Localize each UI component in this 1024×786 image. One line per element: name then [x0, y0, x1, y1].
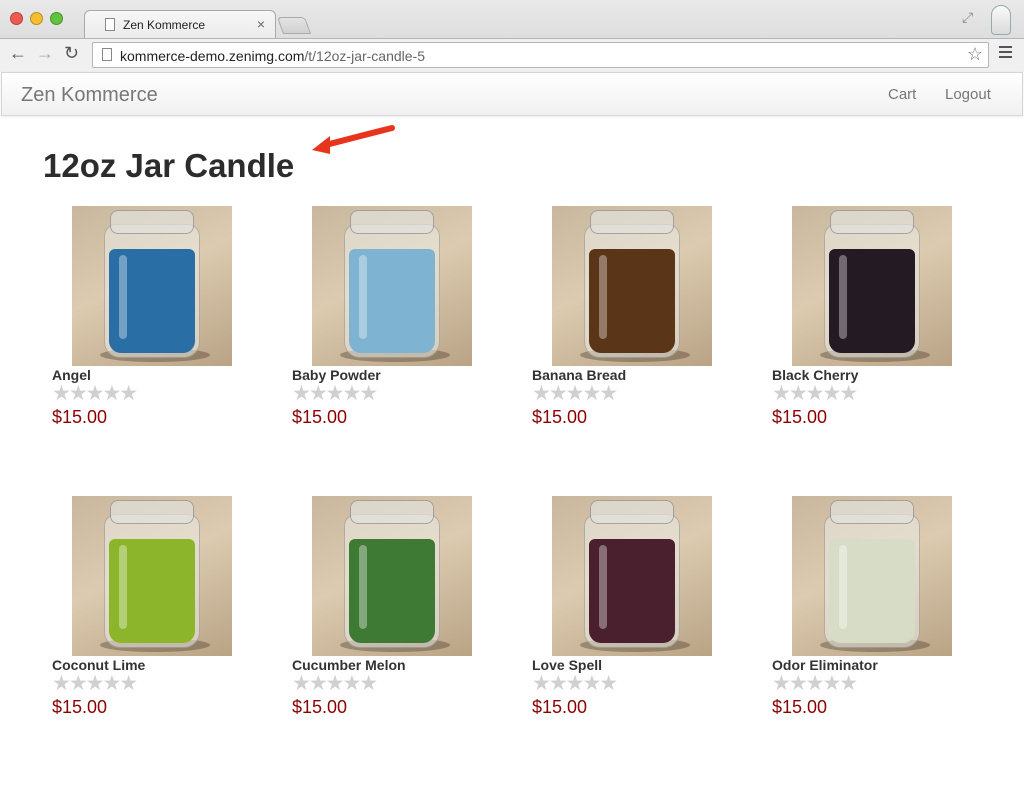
- browser-tab[interactable]: Zen Kommerce ×: [84, 10, 276, 38]
- product-image[interactable]: [792, 206, 952, 366]
- site-navbar: Zen Kommerce Cart Logout: [1, 72, 1023, 116]
- product-grid: Angel ★★★★★ $15.00 Baby Powder ★★★★★ $15…: [52, 206, 1012, 786]
- product-image[interactable]: [312, 496, 472, 656]
- product-card[interactable]: Baby Powder ★★★★★ $15.00: [292, 206, 532, 496]
- jar-rim: [590, 500, 674, 524]
- product-card[interactable]: Odor Eliminator ★★★★★ $15.00: [772, 496, 1012, 786]
- rating-stars[interactable]: ★★★★★: [292, 381, 378, 406]
- rating-stars[interactable]: ★★★★★: [292, 671, 378, 696]
- jar: [344, 224, 440, 358]
- product-image[interactable]: [552, 496, 712, 656]
- jar: [824, 224, 920, 358]
- jar-rim: [350, 500, 434, 524]
- jar-glare: [359, 255, 367, 339]
- new-tab-button[interactable]: [276, 17, 312, 34]
- jar: [584, 514, 680, 648]
- product-price: $15.00: [292, 697, 348, 717]
- product-card[interactable]: Banana Bread ★★★★★ $15.00: [532, 206, 772, 496]
- reload-icon[interactable]: ↻: [64, 43, 79, 64]
- product-price: $15.00: [52, 407, 108, 427]
- jar-rim: [350, 210, 434, 234]
- bookmark-star-icon[interactable]: ☆: [967, 44, 983, 65]
- browser-toolbar: ← → ↻ kommerce-demo.zenimg.com/t/12oz-ja…: [0, 38, 1024, 72]
- product-price: $15.00: [532, 407, 588, 427]
- product-price: $15.00: [772, 697, 828, 717]
- jar-rim: [590, 210, 674, 234]
- url-text: kommerce-demo.zenimg.com/t/12oz-jar-cand…: [120, 48, 425, 64]
- address-bar[interactable]: kommerce-demo.zenimg.com/t/12oz-jar-cand…: [92, 42, 989, 68]
- brand-link[interactable]: Zen Kommerce: [21, 84, 158, 107]
- fullscreen-icon[interactable]: ⤢: [962, 9, 973, 26]
- document-icon: [105, 18, 115, 31]
- back-arrow-icon[interactable]: ←: [9, 43, 27, 64]
- product-image[interactable]: [72, 206, 232, 366]
- jar: [104, 514, 200, 648]
- url-host: kommerce-demo.zenimg.com: [120, 48, 305, 64]
- jar-glare: [839, 255, 847, 339]
- product-price: $15.00: [532, 697, 588, 717]
- product-card[interactable]: Love Spell ★★★★★ $15.00: [532, 496, 772, 786]
- cart-link[interactable]: Cart: [888, 86, 916, 103]
- hamburger-menu-icon[interactable]: [999, 46, 1012, 61]
- product-card[interactable]: Black Cherry ★★★★★ $15.00: [772, 206, 1012, 496]
- jar-glare: [839, 545, 847, 629]
- jar-rim: [110, 500, 194, 524]
- product-card[interactable]: Angel ★★★★★ $15.00: [52, 206, 292, 496]
- product-card[interactable]: Cucumber Melon ★★★★★ $15.00: [292, 496, 532, 786]
- close-window-button[interactable]: [10, 12, 23, 25]
- jar-glare: [119, 545, 127, 629]
- profile-icon[interactable]: [991, 5, 1011, 35]
- jar-rim: [830, 500, 914, 524]
- jar-glare: [359, 545, 367, 629]
- url-path: /t/12oz-jar-candle-5: [304, 48, 426, 64]
- jar: [584, 224, 680, 358]
- product-image[interactable]: [312, 206, 472, 366]
- rating-stars[interactable]: ★★★★★: [52, 671, 138, 696]
- window-controls: [10, 12, 63, 25]
- jar: [824, 514, 920, 648]
- product-card[interactable]: Coconut Lime ★★★★★ $15.00: [52, 496, 292, 786]
- product-price: $15.00: [772, 407, 828, 427]
- page-icon: [102, 48, 112, 61]
- annotation-arrow-icon: [312, 125, 395, 154]
- rating-stars[interactable]: ★★★★★: [532, 381, 618, 406]
- jar-glare: [599, 255, 607, 339]
- rating-stars[interactable]: ★★★★★: [772, 381, 858, 406]
- jar-rim: [830, 210, 914, 234]
- page-title: 12oz Jar Candle: [43, 147, 295, 184]
- product-image[interactable]: [552, 206, 712, 366]
- jar-glare: [119, 255, 127, 339]
- rating-stars[interactable]: ★★★★★: [772, 671, 858, 696]
- close-tab-icon[interactable]: ×: [257, 16, 265, 32]
- product-price: $15.00: [52, 697, 108, 717]
- jar: [344, 514, 440, 648]
- rating-stars[interactable]: ★★★★★: [532, 671, 618, 696]
- rating-stars[interactable]: ★★★★★: [52, 381, 138, 406]
- product-price: $15.00: [292, 407, 348, 427]
- product-image[interactable]: [72, 496, 232, 656]
- minimize-window-button[interactable]: [30, 12, 43, 25]
- jar-glare: [599, 545, 607, 629]
- jar-rim: [110, 210, 194, 234]
- forward-arrow-icon[interactable]: →: [36, 43, 54, 64]
- jar: [104, 224, 200, 358]
- product-image[interactable]: [792, 496, 952, 656]
- tab-title: Zen Kommerce: [123, 18, 206, 32]
- zoom-window-button[interactable]: [50, 12, 63, 25]
- logout-link[interactable]: Logout: [945, 86, 991, 103]
- browser-chrome: Zen Kommerce × ⤢ ← → ↻ kommerce-demo.zen…: [0, 0, 1024, 72]
